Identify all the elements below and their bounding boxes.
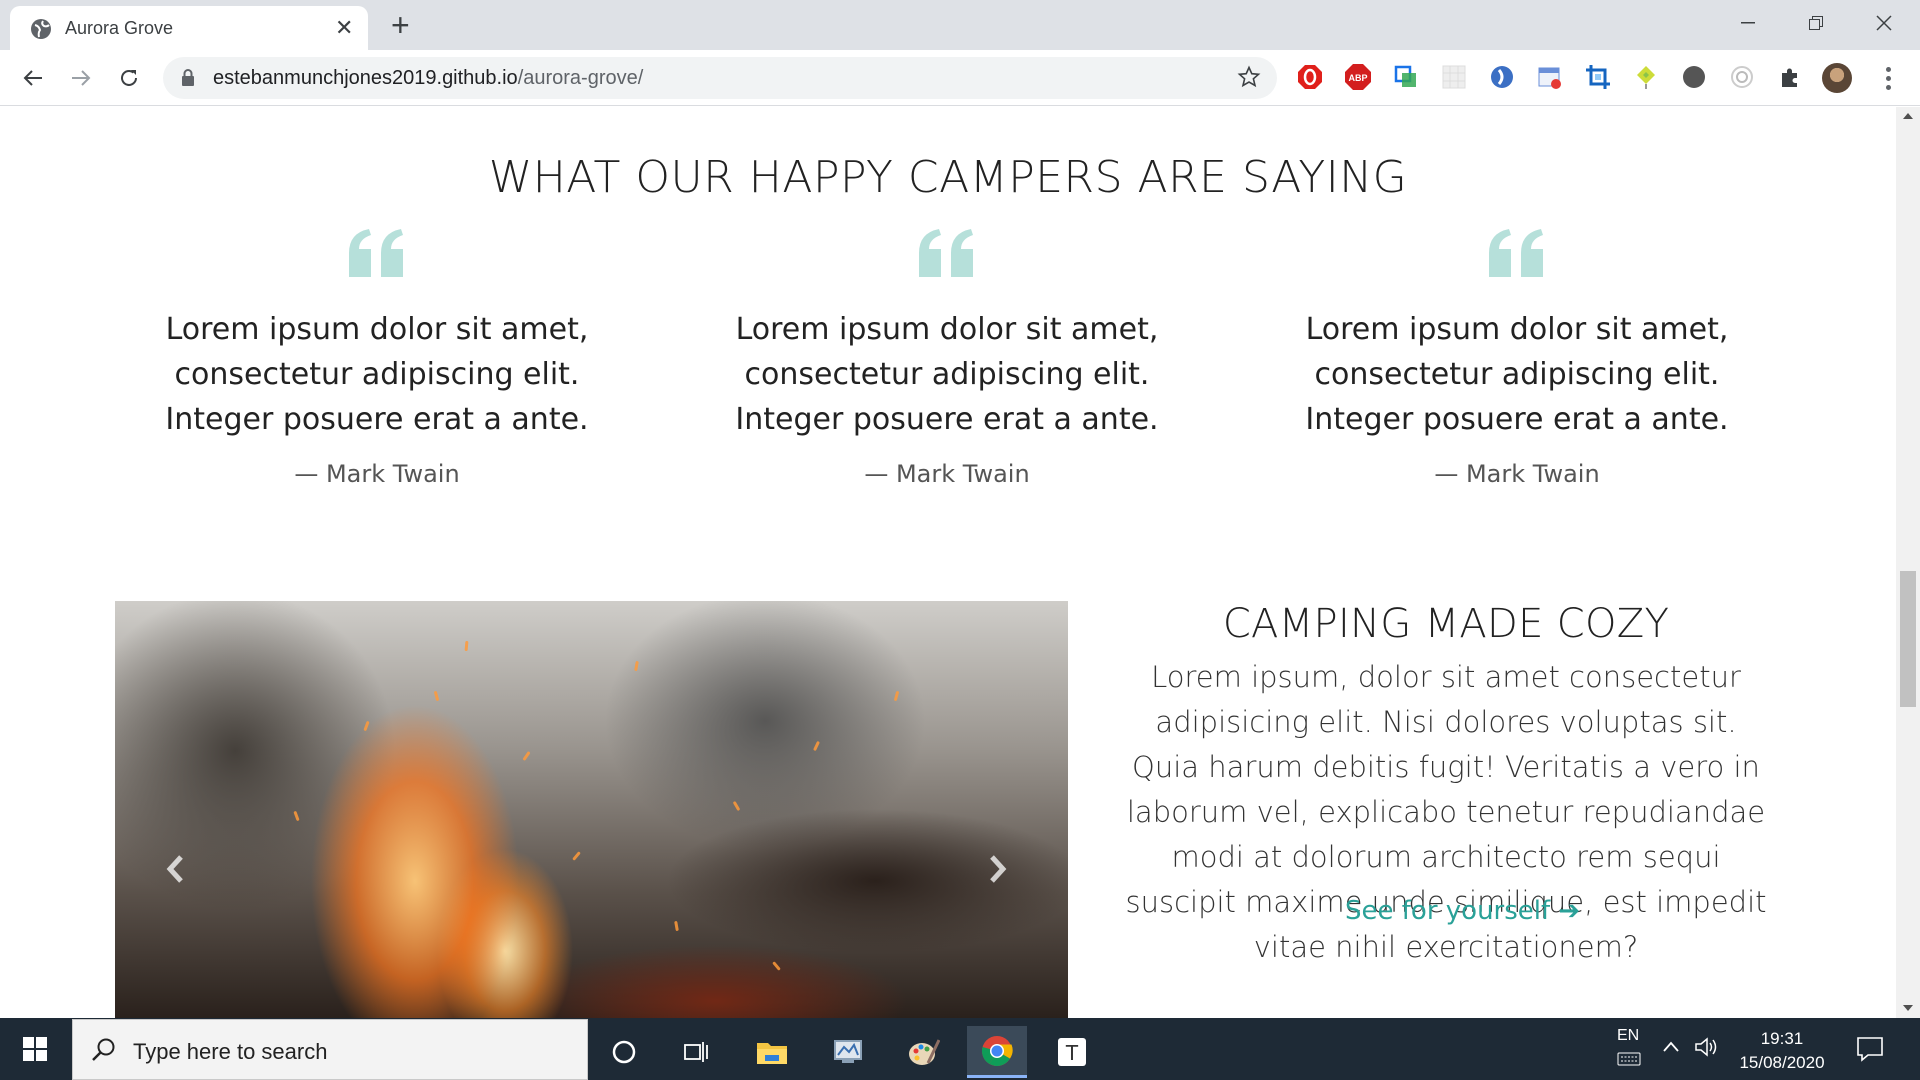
- snipping-tool-button[interactable]: [818, 1026, 878, 1078]
- folder-icon: [757, 1043, 787, 1064]
- calendar-extension-icon[interactable]: [1536, 63, 1564, 91]
- extensions-puzzle-icon[interactable]: [1776, 63, 1804, 91]
- volume-icon[interactable]: [1694, 1036, 1720, 1058]
- paint-button[interactable]: [894, 1026, 954, 1078]
- tab-strip: Aurora Grove ✕ +: [0, 0, 1920, 50]
- windows-logo-icon: [23, 1037, 47, 1061]
- testimonial-text: Lorem ipsum dolor sit amet, consectetur …: [735, 312, 1159, 437]
- pen-extension-icon[interactable]: [1632, 63, 1660, 91]
- crop-extension-icon[interactable]: [1584, 63, 1612, 91]
- paint-palette-icon: [909, 1039, 940, 1065]
- taskbar-search-box[interactable]: Type here to search: [72, 1019, 588, 1080]
- typora-t-icon: T: [1058, 1038, 1086, 1066]
- chrome-taskbar-button[interactable]: [967, 1026, 1027, 1078]
- opera-adblock-extension-icon[interactable]: [1296, 63, 1324, 91]
- close-icon: [1876, 15, 1892, 31]
- chevron-right-icon: [990, 855, 1007, 883]
- globe-icon: [31, 19, 51, 39]
- start-button[interactable]: [0, 1018, 70, 1080]
- reload-icon: [121, 69, 137, 86]
- keyboard-icon[interactable]: [1617, 1052, 1641, 1066]
- close-window-button[interactable]: [1861, 8, 1907, 38]
- browser-tab[interactable]: Aurora Grove ✕: [10, 6, 368, 50]
- testimonial-card: Lorem ipsum dolor sit amet, consectetur …: [687, 227, 1207, 488]
- scroll-up-icon[interactable]: [1903, 113, 1913, 119]
- see-for-yourself-link[interactable]: See for yourself ➔: [1345, 896, 1580, 926]
- testimonial-author: — Mark Twain: [864, 460, 1030, 488]
- cortana-icon: [612, 1040, 636, 1064]
- tab-title: Aurora Grove: [65, 18, 174, 38]
- forward-button[interactable]: [66, 63, 96, 93]
- grid-extension-icon[interactable]: [1440, 63, 1468, 91]
- browser-menu-icon[interactable]: [1878, 63, 1898, 93]
- testimonial-author: — Mark Twain: [294, 460, 460, 488]
- abp-extension-icon[interactable]: ABP: [1344, 63, 1372, 91]
- url-host: estebanmunchjones2019.github.io: [213, 67, 518, 89]
- reload-button[interactable]: [114, 63, 144, 93]
- system-clock[interactable]: 19:31 15/08/2020: [1722, 1027, 1842, 1075]
- page-viewport: WHAT OUR HAPPY CAMPERS ARE SAYING Lorem …: [0, 107, 1896, 1018]
- notifications-icon[interactable]: [1856, 1036, 1884, 1062]
- url-path: /aurora-grove/: [517, 67, 644, 89]
- arrow-right-icon: ➔: [1558, 896, 1581, 926]
- carousel-prev-button[interactable]: [160, 849, 190, 889]
- testimonials-title: WHAT OUR HAPPY CAMPERS ARE SAYING: [488, 152, 1408, 203]
- cortana-button[interactable]: [594, 1026, 654, 1078]
- clock-time: 19:31: [1760, 1029, 1804, 1048]
- arrow-right-icon: [72, 70, 91, 86]
- svg-text:T: T: [1065, 1041, 1079, 1065]
- new-tab-button[interactable]: +: [391, 9, 410, 41]
- typora-button[interactable]: T: [1042, 1026, 1102, 1078]
- minimize-icon: [1741, 22, 1755, 24]
- back-button[interactable]: [18, 63, 48, 93]
- address-bar[interactable]: estebanmunchjones2019.github.io/aurora-g…: [163, 57, 1277, 99]
- task-view-icon: [684, 1042, 708, 1062]
- windows-taskbar: Type here to search T EN 19:31 15/08/202…: [0, 1018, 1920, 1080]
- testimonial-text: Lorem ipsum dolor sit amet, consectetur …: [1305, 312, 1729, 437]
- chevron-up-icon[interactable]: [1662, 1038, 1680, 1056]
- file-explorer-button[interactable]: [742, 1026, 802, 1078]
- close-tab-icon[interactable]: ✕: [335, 17, 353, 39]
- dark-mode-extension-icon[interactable]: [1680, 63, 1708, 91]
- profile-avatar[interactable]: [1822, 63, 1852, 93]
- see-for-yourself-label: See for yourself: [1345, 896, 1551, 926]
- scrollbar-thumb[interactable]: [1900, 571, 1916, 707]
- page-scrollbar[interactable]: [1896, 107, 1920, 1018]
- chevron-left-icon: [166, 855, 183, 883]
- search-icon: [92, 1038, 115, 1061]
- chrome-icon: [981, 1035, 1013, 1066]
- quote-icon: [349, 229, 403, 277]
- arrow-left-icon: [23, 70, 42, 86]
- restore-button[interactable]: [1793, 8, 1839, 38]
- testimonial-text: Lorem ipsum dolor sit amet, consectetur …: [165, 312, 589, 437]
- task-view-button[interactable]: [666, 1026, 726, 1078]
- bookmark-star-icon[interactable]: [1237, 65, 1261, 89]
- carousel-next-button[interactable]: [983, 849, 1013, 889]
- web-tool-extension-icon[interactable]: [1488, 63, 1516, 91]
- record-extension-icon[interactable]: [1728, 63, 1756, 91]
- campfire-carousel: [115, 601, 1068, 1018]
- screen-capture-extension-icon[interactable]: [1392, 63, 1420, 91]
- restore-icon: [1809, 16, 1823, 30]
- scroll-down-icon[interactable]: [1903, 1005, 1913, 1011]
- testimonial-author: — Mark Twain: [1434, 460, 1600, 488]
- svg-text:ABP: ABP: [1348, 73, 1367, 83]
- cozy-title: CAMPING MADE COZY: [1222, 601, 1670, 647]
- testimonial-card: Lorem ipsum dolor sit amet, consectetur …: [117, 227, 637, 488]
- input-language[interactable]: EN: [1617, 1027, 1639, 1045]
- url-text: estebanmunchjones2019.github.io/aurora-g…: [213, 67, 643, 90]
- browser-toolbar: estebanmunchjones2019.github.io/aurora-g…: [0, 50, 1920, 106]
- testimonial-card: Lorem ipsum dolor sit amet, consectetur …: [1257, 227, 1777, 488]
- minimize-button[interactable]: [1725, 8, 1771, 38]
- clock-date: 15/08/2020: [1739, 1053, 1825, 1072]
- quote-icon: [919, 229, 973, 277]
- lock-icon: [182, 69, 194, 86]
- search-placeholder: Type here to search: [133, 1039, 328, 1064]
- monitor-app-icon: [834, 1040, 862, 1063]
- quote-icon: [1489, 229, 1543, 277]
